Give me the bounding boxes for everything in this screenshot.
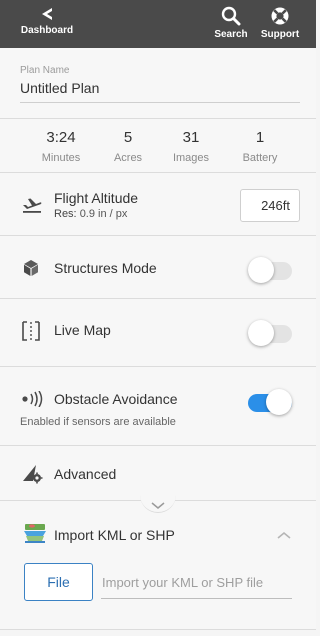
stat-value: 5: [123, 129, 133, 146]
obstacle-avoidance-toggle[interactable]: [248, 389, 292, 415]
live-map-title: Live Map: [54, 322, 111, 338]
kml-map-icon: [24, 524, 46, 543]
dashboard-label: Dashboard: [20, 25, 74, 36]
toggle-knob: [266, 389, 292, 415]
live-map-icon: [22, 321, 40, 341]
search-button[interactable]: Search: [214, 0, 248, 48]
altitude-input[interactable]: 246ft: [240, 189, 300, 222]
plan-name-section: Plan Name Untitled Plan: [0, 48, 316, 119]
stat-minutes: 3:24 Minutes: [31, 129, 91, 164]
flight-altitude-title: Flight Altitude: [54, 190, 139, 206]
import-file-input[interactable]: [101, 567, 292, 599]
structures-mode-row: Structures Mode: [0, 236, 316, 299]
stat-battery: 1 Battery: [230, 129, 290, 164]
flight-altitude-row: Flight Altitude Res: 0.9 in / px 246ft: [0, 173, 316, 236]
file-button[interactable]: File: [24, 563, 93, 601]
advanced-settings-icon: [23, 465, 43, 484]
stat-images: 31 Images: [161, 129, 221, 164]
lifebuoy-icon: [271, 7, 289, 25]
stat-label: Acres: [113, 152, 143, 164]
support-label: Support: [260, 29, 300, 40]
takeoff-plane-icon: [23, 198, 42, 213]
top-bar: Dashboard Search Support: [0, 0, 316, 48]
obstacle-avoidance-subtitle: Enabled if sensors are available: [20, 416, 176, 428]
chevron-up-icon[interactable]: [277, 531, 291, 539]
search-label: Search: [214, 29, 248, 40]
obstacle-avoidance-row: Obstacle Avoidance Enabled if sensors ar…: [0, 367, 316, 446]
import-kml-section: Import KML or SHP File: [0, 501, 316, 630]
advanced-title: Advanced: [54, 466, 117, 482]
stat-value: 3:24: [46, 129, 76, 146]
stat-label: Battery: [242, 152, 278, 164]
plan-name-underline: [20, 102, 300, 103]
obstacle-avoidance-title: Obstacle Avoidance: [54, 391, 178, 407]
chevron-down-icon: [151, 502, 165, 509]
stat-value: 31: [182, 129, 200, 146]
plan-stats: 3:24 Minutes 5 Acres 31 Images 1 Battery: [0, 119, 316, 173]
stat-value: 1: [255, 129, 265, 146]
structures-mode-title: Structures Mode: [54, 260, 157, 276]
search-icon: [221, 6, 241, 26]
back-arrow-icon: [42, 8, 52, 20]
toggle-knob: [248, 320, 274, 346]
resolution-prefix: Res:: [54, 208, 77, 220]
import-kml-title: Import KML or SHP: [54, 527, 175, 543]
stat-label: Images: [172, 152, 210, 164]
plan-name-label: Plan Name: [20, 65, 70, 76]
dashboard-button[interactable]: Dashboard: [20, 0, 74, 48]
resolution-text: Res: 0.9 in / px: [54, 208, 127, 220]
plan-name-field[interactable]: Untitled Plan: [20, 80, 99, 96]
structures-mode-toggle[interactable]: [248, 257, 292, 283]
stat-label: Minutes: [41, 152, 81, 164]
cube-icon: [24, 260, 38, 276]
support-button[interactable]: Support: [258, 0, 302, 48]
stat-acres: 5 Acres: [98, 129, 158, 164]
live-map-row: Live Map: [0, 299, 316, 367]
live-map-toggle[interactable]: [248, 320, 292, 346]
resolution-value: 0.9 in / px: [79, 208, 128, 220]
toggle-knob: [248, 257, 274, 283]
sensor-waves-icon: [22, 391, 43, 407]
